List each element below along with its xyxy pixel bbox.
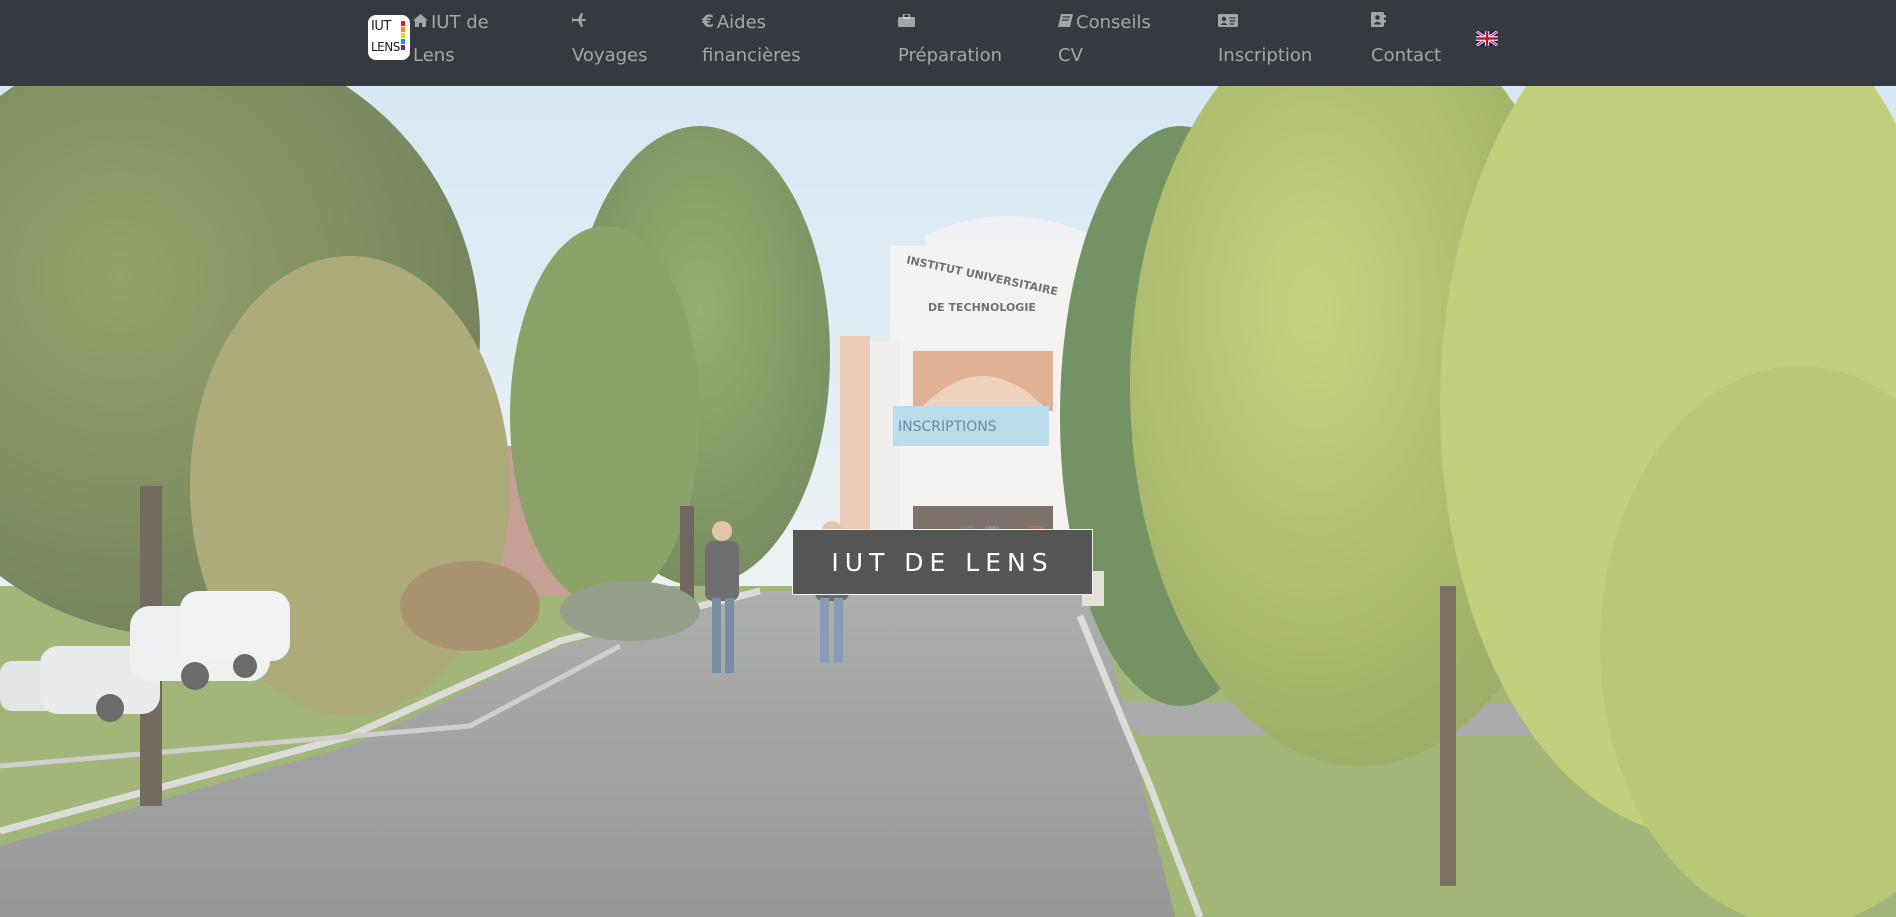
nav-label-line2: Voyages bbox=[572, 45, 648, 66]
nav-label-line2: CV bbox=[1058, 45, 1083, 66]
logo-color-bars bbox=[401, 21, 405, 50]
nav-item-conseils-cv[interactable]: Conseils CV bbox=[1058, 6, 1151, 72]
nav-item-preparation[interactable]: Préparation bbox=[898, 6, 1002, 72]
briefcase-icon bbox=[898, 6, 915, 39]
navbar-container: IUT LENS IUT de Lens Voyages € Aides fin… bbox=[368, 0, 1528, 86]
home-icon bbox=[413, 6, 428, 39]
top-navbar: IUT LENS IUT de Lens Voyages € Aides fin… bbox=[0, 0, 1896, 86]
nav-item-contact[interactable]: Contact bbox=[1371, 6, 1441, 72]
plane-icon bbox=[572, 6, 587, 39]
hero-overlay bbox=[0, 86, 1896, 917]
iut-lens-logo[interactable]: IUT LENS bbox=[368, 15, 410, 60]
nav-item-aides-financieres[interactable]: € Aides financières bbox=[702, 6, 801, 72]
address-book-icon bbox=[1371, 6, 1386, 39]
nav-label-line1: Conseils bbox=[1076, 12, 1151, 33]
id-card-icon bbox=[1218, 6, 1238, 39]
nav-label-line2: Lens bbox=[413, 45, 455, 66]
nav-label-line2: Inscription bbox=[1218, 45, 1313, 66]
nav-label-line2: Contact bbox=[1371, 45, 1442, 66]
nav-label-line2: financières bbox=[702, 45, 801, 66]
book-icon bbox=[1058, 6, 1073, 39]
nav-label-line2: Préparation bbox=[898, 45, 1002, 66]
euro-icon: € bbox=[702, 12, 714, 32]
nav-item-voyages[interactable]: Voyages bbox=[572, 6, 648, 72]
hero-title: IUT DE LENS bbox=[792, 529, 1093, 595]
hero-banner: INSCRIPTIONS INSTITUT UNIVERSITAIRE DE T… bbox=[0, 86, 1896, 917]
nav-label-line1: IUT de bbox=[431, 12, 489, 33]
uk-flag-icon[interactable] bbox=[1475, 29, 1499, 48]
logo-text-lens: LENS bbox=[371, 40, 400, 54]
logo-text-iut: IUT bbox=[371, 19, 391, 34]
nav-item-inscription[interactable]: Inscription bbox=[1218, 6, 1312, 72]
nav-item-iut-de-lens[interactable]: IUT de Lens bbox=[413, 6, 489, 72]
nav-label-line1: Aides bbox=[716, 12, 767, 33]
